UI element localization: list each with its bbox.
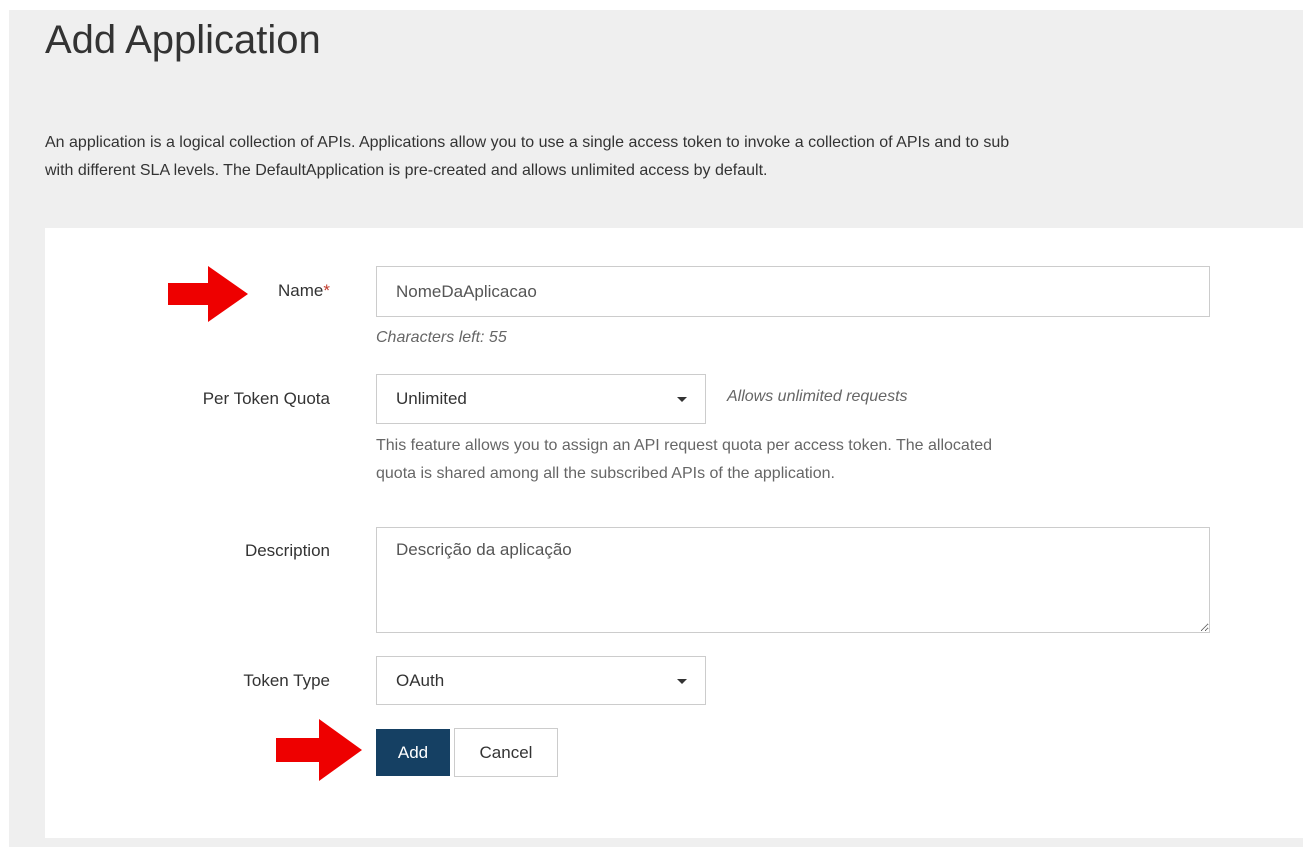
description-label: Description	[244, 541, 330, 560]
per-token-quota-label: Per Token Quota	[202, 389, 330, 408]
required-asterisk: *	[323, 281, 330, 300]
description-textarea[interactable]: Descrição da aplicação	[376, 527, 1210, 633]
token-type-label: Token Type	[243, 671, 330, 690]
red-arrow-annotation-icon	[276, 719, 362, 781]
application-form: Name* Characters left: 55 Per Token Quot…	[45, 228, 1303, 838]
page-title: Add Application	[45, 18, 321, 62]
cancel-button[interactable]: Cancel	[454, 728, 558, 777]
characters-left-text: Characters left: 55	[376, 329, 507, 346]
quota-hint-text: Allows unlimited requests	[727, 388, 908, 405]
name-input[interactable]	[376, 266, 1210, 317]
chevron-down-icon	[677, 678, 687, 684]
quota-help-text: This feature allows you to assign an API…	[376, 432, 992, 488]
quota-help-line-1: This feature allows you to assign an API…	[376, 437, 993, 454]
quota-help-line-2: quota is shared among all the subscribed…	[376, 465, 835, 482]
page-description-line-1: An application is a logical collection o…	[45, 134, 1010, 151]
chevron-down-icon	[677, 397, 687, 402]
page-description: An application is a logical collection o…	[45, 129, 1303, 185]
per-token-quota-selected: Unlimited	[396, 389, 467, 408]
token-type-select[interactable]: OAuth	[376, 656, 706, 705]
name-label-text: Name	[278, 281, 324, 300]
per-token-quota-select[interactable]: Unlimited	[376, 374, 706, 424]
page-description-line-2: with different SLA levels. The DefaultAp…	[45, 162, 768, 179]
add-button[interactable]: Add	[376, 729, 450, 776]
name-label: Name*	[278, 281, 330, 301]
red-arrow-annotation-icon	[168, 266, 248, 322]
token-type-selected: OAuth	[396, 670, 445, 690]
